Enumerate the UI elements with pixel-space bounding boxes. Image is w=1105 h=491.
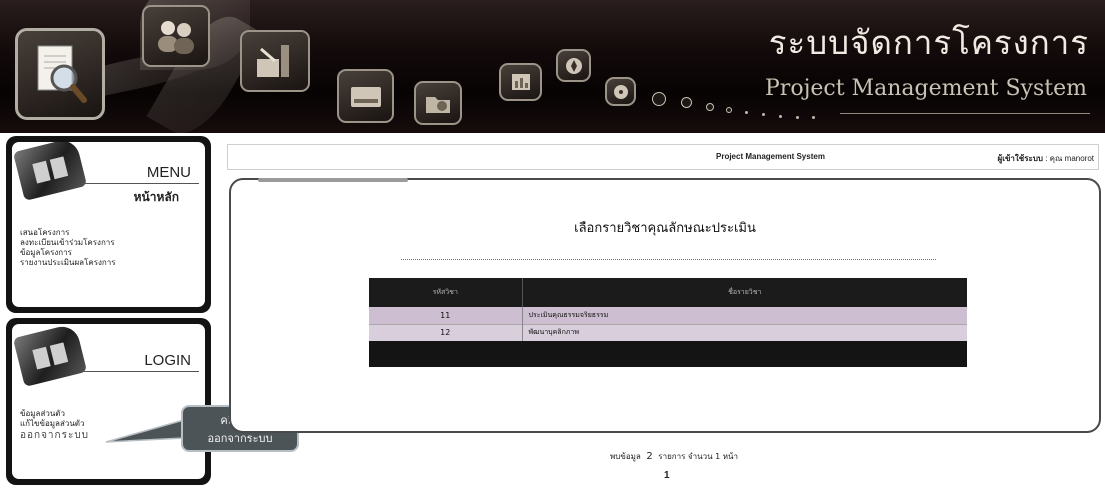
login-item-profile[interactable]: ข้อมูลส่วนตัว (20, 409, 89, 419)
decor-dot (745, 111, 748, 114)
course-name[interactable]: พัฒนาบุคลิกภาพ (522, 323, 967, 341)
login-links: ข้อมูลส่วนตัว แก้ไขข้อมูลส่วนตัว ออกจากร… (20, 409, 89, 442)
column-header-name: ชื่อรายวิชา (522, 278, 967, 307)
login-panel: LOGIN ข้อมูลส่วนตัว แก้ไขข้อมูลส่วนตัว อ… (6, 318, 211, 485)
decor-dot (726, 107, 732, 113)
login-panel-body: LOGIN ข้อมูลส่วนตัว แก้ไขข้อมูลส่วนตัว อ… (12, 324, 205, 479)
course-table: รหัสวิชา ชื่อรายวิชา 11 ประเมินคุณธรรมจร… (369, 278, 967, 367)
menu-item-propose-project[interactable]: เสนอโครงการ (20, 228, 116, 238)
banner-title-thai: ระบบจัดการโครงการ (768, 23, 1089, 62)
folder-icon (414, 81, 462, 125)
decor-dot (681, 97, 692, 108)
topbar-system-name: Project Management System (716, 152, 825, 161)
topbar-user-value: : คุณ manorot (1042, 154, 1094, 163)
main-box-accent (258, 178, 408, 182)
pager-prefix: พบข้อมูล (610, 452, 641, 461)
menu-links: เสนอโครงการ ลงทะเบียนเข้าร่วมโครงการ ข้อ… (20, 228, 116, 268)
topbar-user-info: ผู้เข้าใช้ระบบ : คุณ manorot (998, 152, 1094, 165)
banner-divider (840, 113, 1090, 114)
menu-item-project-info[interactable]: ข้อมูลโครงการ (20, 248, 116, 258)
menu-subheading: หน้าหลัก (133, 190, 179, 204)
page-link-1[interactable]: 1 (664, 470, 670, 481)
table-row[interactable]: 12 พัฒนาบุคลิกภาพ (369, 323, 967, 341)
course-code: 11 (369, 307, 523, 324)
pager-count: 2 (646, 451, 653, 462)
decor-dot (652, 92, 666, 106)
decor-dot (796, 116, 799, 119)
pager-middle: รายการ จำนวน (658, 452, 713, 461)
column-header-code: รหัสวิชา (369, 278, 523, 307)
chart-icon (499, 63, 542, 101)
pager-pages: 1 (715, 452, 721, 461)
login-heading: LOGIN (144, 352, 191, 369)
login-item-edit-profile[interactable]: แก้ไขข้อมูลส่วนตัว (20, 419, 89, 429)
menu-item-register-project[interactable]: ลงทะเบียนเข้าร่วมโครงการ (20, 238, 116, 248)
menu-panel-body: MENU หน้าหลัก เสนอโครงการ ลงทะเบียนเข้าร… (12, 142, 205, 307)
dotted-divider (401, 259, 936, 260)
menu-panel: MENU หน้าหลัก เสนอโครงการ ลงทะเบียนเข้าร… (6, 136, 211, 313)
disc-icon (605, 77, 636, 106)
table-footer (369, 341, 967, 367)
course-code: 12 (369, 323, 523, 341)
page-title: เลือกรายวิชาคุณลักษณะประเมิน (574, 221, 756, 236)
decor-dot (706, 103, 714, 111)
login-item-logout[interactable]: ออกจากระบบ (20, 429, 89, 442)
pager-suffix: หน้า (722, 452, 738, 461)
table-footer-row (369, 341, 967, 367)
decor-dot (762, 113, 765, 116)
menu-item-evaluation-report[interactable]: รายงานประเมินผลโครงการ (20, 258, 116, 268)
menu-heading: MENU (146, 164, 191, 181)
book-icon (12, 142, 88, 201)
header-banner: ระบบจัดการโครงการ Project Management Sys… (0, 0, 1105, 133)
course-name[interactable]: ประเมินคุณธรรมจริยธรรม (522, 307, 967, 324)
users-icon (142, 5, 210, 67)
topbar-user-label: ผู้เข้าใช้ระบบ (997, 154, 1043, 163)
table-header-row: รหัสวิชา ชื่อรายวิชา (369, 278, 967, 307)
compass-icon (556, 49, 591, 82)
user-info-bar: Project Management System ผู้เข้าใช้ระบบ… (227, 144, 1099, 170)
decor-dot (779, 115, 782, 118)
tools-icon (240, 30, 310, 92)
banner-title-english: Project Management System (765, 76, 1087, 101)
login-heading-rule (82, 371, 199, 372)
pagination-summary: พบข้อมูล 2 รายการ จำนวน 1 หน้า (610, 450, 738, 463)
main-content-box: เลือกรายวิชาคุณลักษณะประเมิน รหัสวิชา ชื… (229, 178, 1101, 433)
hard-drive-icon (337, 69, 394, 123)
table-row[interactable]: 11 ประเมินคุณธรรมจริยธรรม (369, 307, 967, 324)
book-icon (12, 324, 88, 387)
decor-dot (812, 116, 815, 119)
magnifier-document-icon (15, 28, 105, 120)
menu-heading-rule (82, 183, 199, 184)
